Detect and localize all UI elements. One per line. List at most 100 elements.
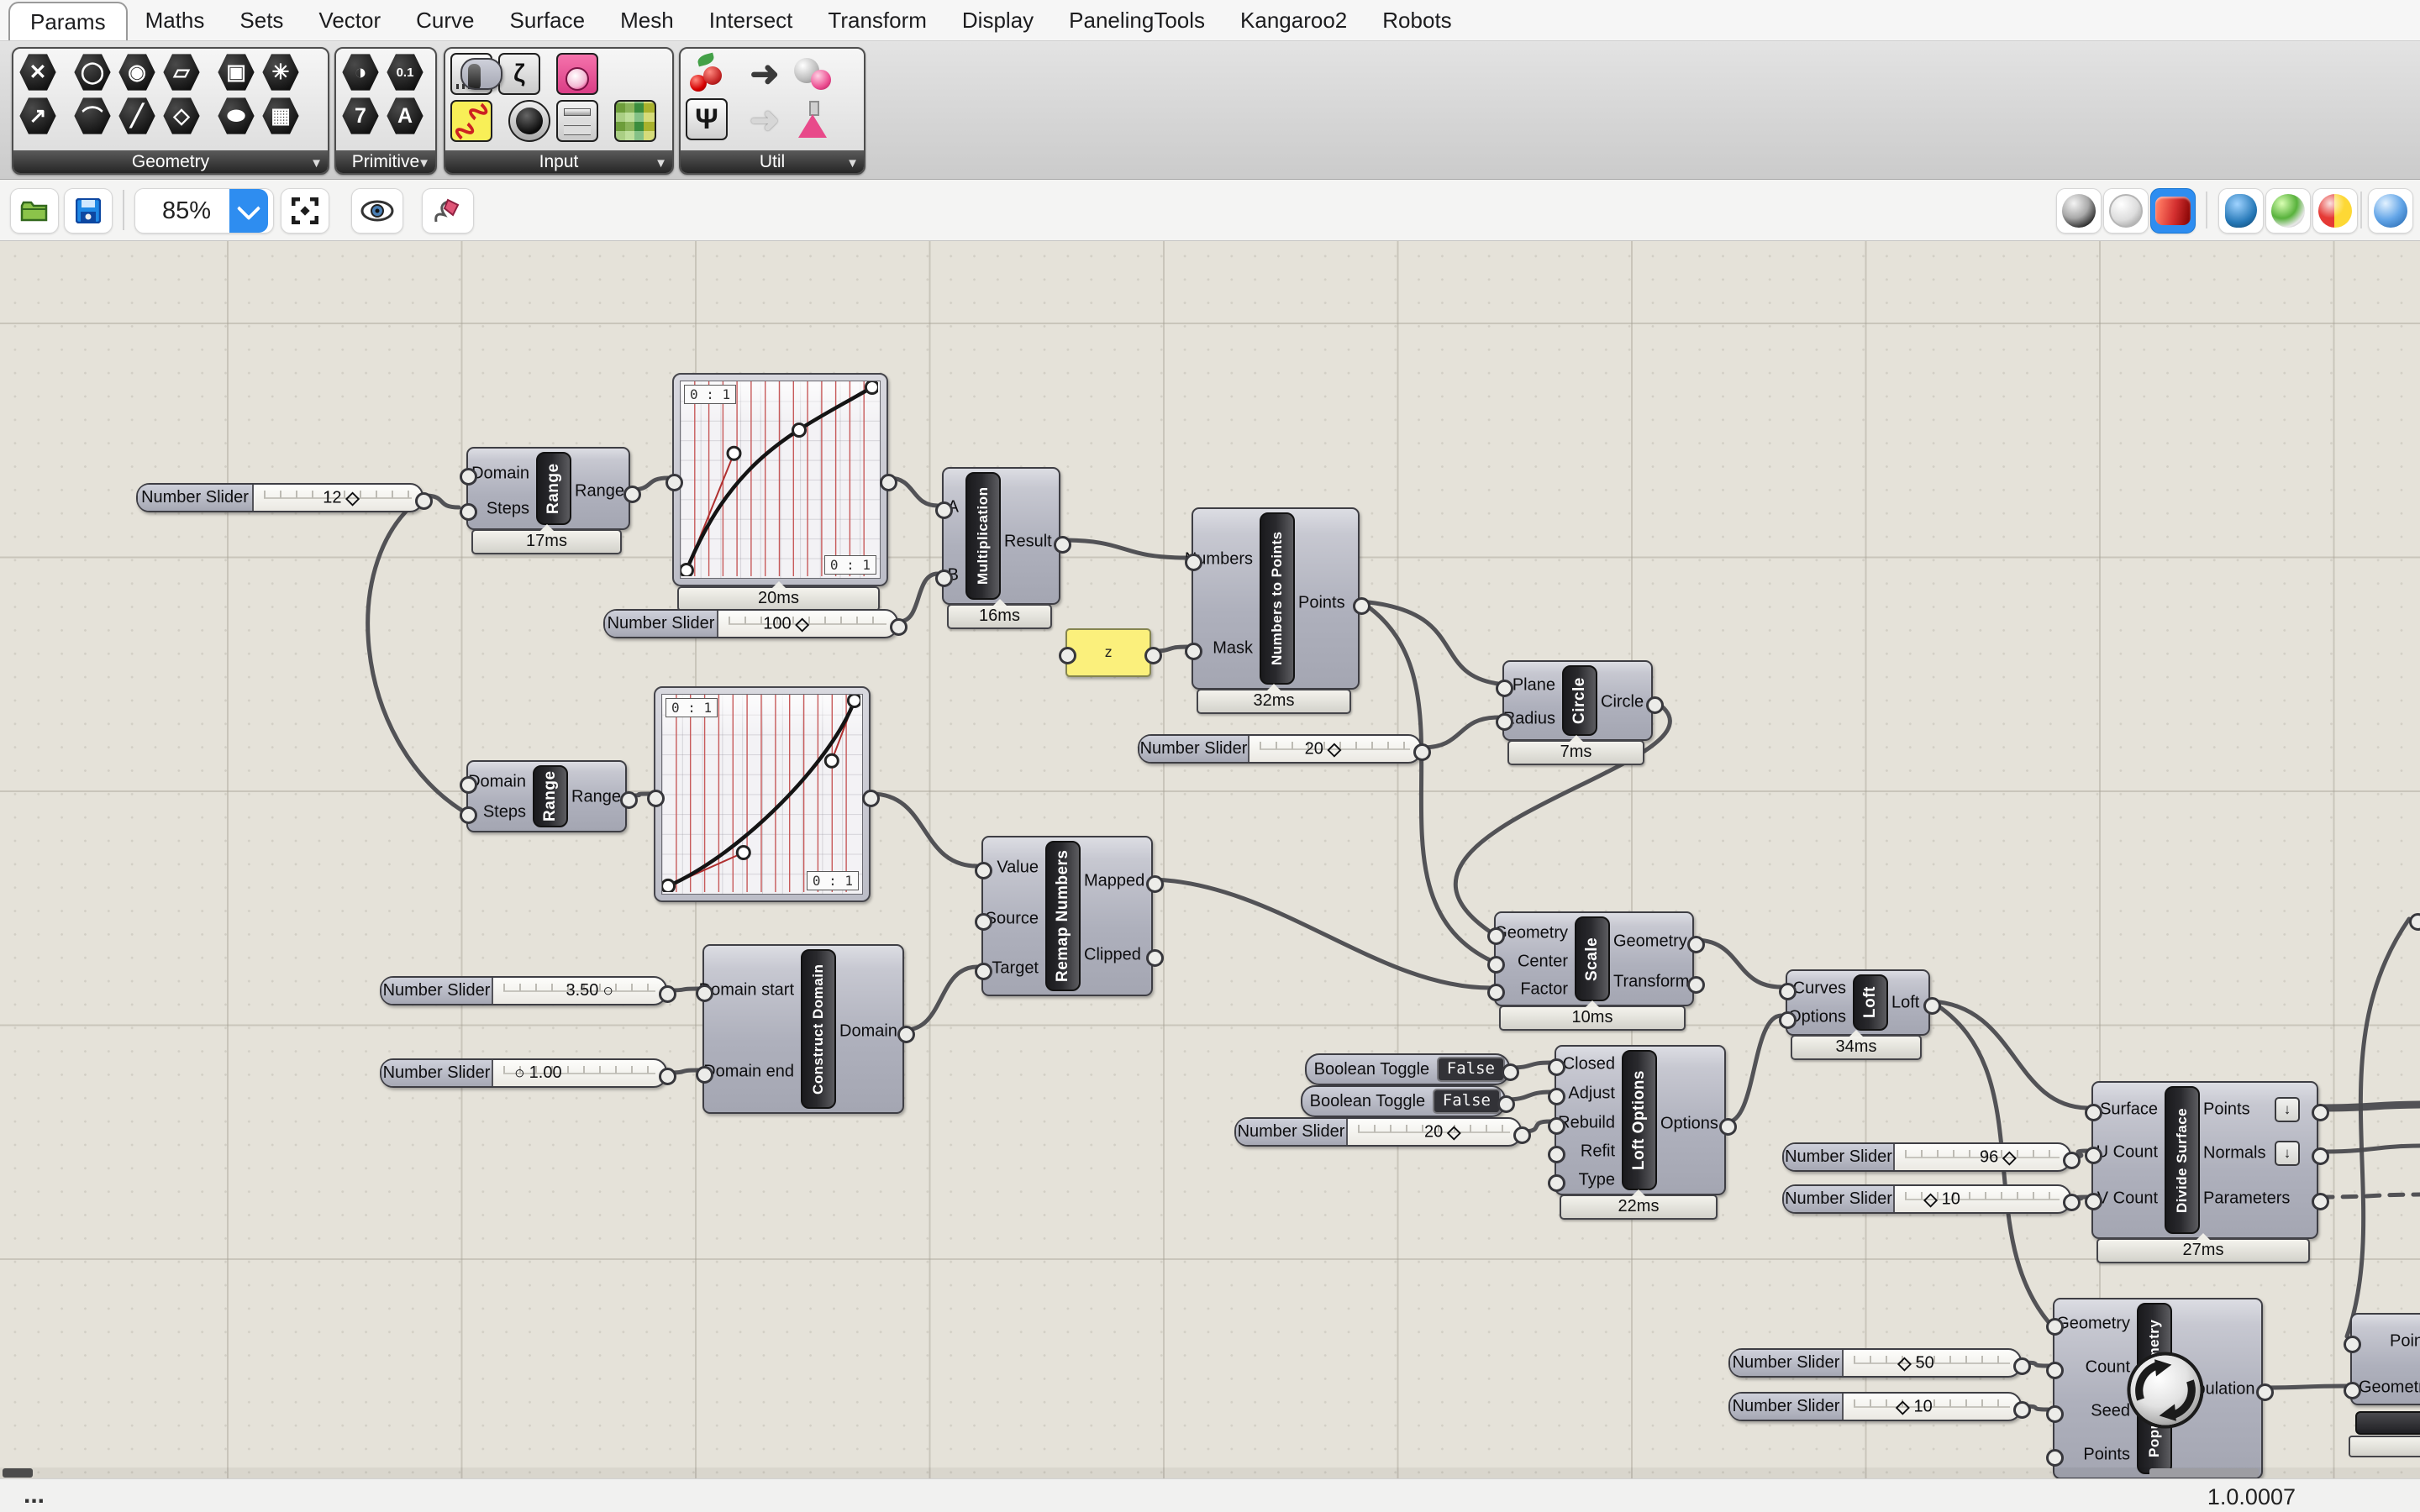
number-slider-domain-start[interactable]: Number Slider3.50○ (380, 976, 667, 1005)
output-nub-options[interactable] (1719, 1118, 1737, 1136)
group-expand-arrow-icon[interactable]: ▼ (310, 156, 323, 171)
slider-handle[interactable]: ○ (514, 1063, 525, 1084)
input-nub-center[interactable] (1487, 956, 1505, 974)
number-slider-domain-end[interactable]: Number Slider○1.00 (380, 1058, 667, 1088)
point-param-icon[interactable]: ◇ (162, 97, 201, 135)
slider-handle[interactable]: ◇ (1923, 1189, 1937, 1210)
offscreen-component[interactable]: PointGeometry (2350, 1313, 2420, 1405)
graph-plot[interactable]: 0 : 10 : 1 (680, 381, 881, 579)
slider-output-nub[interactable] (890, 618, 908, 636)
input-nub-point[interactable] (2344, 1336, 2361, 1353)
input-nub-refit[interactable] (1548, 1146, 1565, 1163)
group-expand-arrow-icon[interactable]: ▼ (655, 156, 667, 171)
image-sampler-icon[interactable] (614, 100, 656, 142)
slider-output-nub[interactable] (415, 492, 433, 510)
graph-plot[interactable]: 0 : 10 : 1 (661, 694, 863, 895)
input-nub-type[interactable] (1548, 1174, 1565, 1192)
slider-track[interactable]: 12◇ (254, 485, 422, 511)
component-name-capsule[interactable]: Range (533, 765, 568, 827)
component-name-capsule[interactable]: Circle (1562, 665, 1597, 736)
input-nub-b[interactable] (935, 570, 953, 587)
preview-wireframe-button[interactable] (2103, 188, 2149, 234)
expression-arrow-button[interactable]: ↓ (2275, 1141, 2300, 1166)
output-nub-population[interactable] (2256, 1383, 2274, 1401)
output-nub-transform[interactable] (1687, 976, 1705, 994)
component-name-capsule[interactable]: Construct Domain (801, 949, 836, 1109)
data-recorder-icon[interactable]: ➜ (744, 53, 786, 93)
output-nub-range[interactable] (623, 486, 641, 503)
boolean-toggle-closed[interactable]: Boolean ToggleFalse (1305, 1053, 1510, 1085)
input-nub-radius[interactable] (1496, 713, 1513, 731)
component-name-capsule[interactable]: Divide Surface (2165, 1086, 2200, 1234)
input-nub-domain[interactable] (460, 468, 477, 486)
circle-param-icon[interactable]: ◯ (73, 53, 112, 92)
graph-output-nub[interactable] (862, 790, 880, 807)
open-file-button[interactable] (10, 188, 59, 234)
slider-handle[interactable]: ◇ (1897, 1352, 1911, 1373)
menu-intersect[interactable]: Intersect (692, 0, 811, 40)
integer-param-icon[interactable]: 7 (341, 97, 380, 135)
component-name-capsule[interactable]: Range (536, 452, 571, 525)
output-nub-normals[interactable] (2312, 1147, 2329, 1165)
definition-canvas[interactable]: Number Slider12◇RangeDomainStepsRange17m… (0, 241, 2420, 1478)
box-param-icon[interactable]: ▣ (217, 53, 255, 92)
slider-track[interactable]: 96◇ (1895, 1144, 2070, 1170)
cherry-picker-icon[interactable] (686, 53, 728, 93)
spiral-param-icon[interactable]: ◉ (118, 53, 156, 92)
boolean-param-icon[interactable]: ◑ (341, 53, 380, 92)
line-param-icon[interactable]: ╱ (118, 97, 156, 135)
vector-param-icon[interactable]: ↗ (18, 97, 57, 135)
menu-maths[interactable]: Maths (128, 0, 223, 40)
graph-input-nub[interactable] (666, 474, 683, 491)
output-nub-clipped[interactable] (1146, 949, 1164, 967)
slider-handle[interactable]: ◇ (1328, 738, 1341, 759)
slider-handle[interactable]: ○ (602, 981, 613, 1001)
output-nub-circle[interactable] (1646, 696, 1664, 714)
input-nub-seed[interactable] (2046, 1405, 2064, 1423)
brep-param-icon[interactable]: ⬬ (217, 97, 255, 135)
geometry-param-icon[interactable]: ✕ (18, 53, 57, 92)
output-nub-geometry[interactable] (1687, 936, 1705, 953)
input-nub-a[interactable] (935, 501, 953, 519)
input-nub-adjust[interactable] (1548, 1088, 1565, 1105)
graph-mapper-1[interactable]: 0 : 10 : 1 (672, 373, 888, 586)
zoom-extents-button[interactable] (281, 188, 329, 234)
divide-surface[interactable]: Divide SurfaceSurfaceU CountV CountPoint… (2091, 1081, 2318, 1239)
zoom-control[interactable]: 85% (134, 188, 274, 234)
output-nub-loft[interactable] (1923, 997, 1941, 1015)
range-1[interactable]: RangeDomainStepsRange (466, 447, 630, 530)
input-nub-steps[interactable] (460, 503, 477, 521)
text-param-icon[interactable]: A (386, 97, 424, 135)
input-nub-domain-end[interactable] (696, 1066, 713, 1084)
output-nub-mapped[interactable] (1146, 875, 1164, 893)
scale[interactable]: ScaleGeometryCenterFactorGeometryTransfo… (1494, 911, 1694, 1006)
display-redyellow-button[interactable] (2312, 188, 2358, 234)
expression-arrow-button[interactable]: ↓ (2275, 1097, 2300, 1122)
input-nub-steps[interactable] (460, 806, 477, 824)
input-nub-plane[interactable] (1496, 680, 1513, 697)
surface-param-icon[interactable]: ▦ (261, 97, 300, 135)
slider-output-nub[interactable] (1513, 1126, 1531, 1144)
slider-output-nub[interactable] (2063, 1194, 2081, 1211)
mesh-param-icon[interactable]: ✳ (261, 53, 300, 92)
menu-robots[interactable]: Robots (1365, 0, 1469, 40)
control-knob-icon[interactable] (556, 53, 598, 95)
scrollbar-thumb-left[interactable] (3, 1468, 33, 1478)
numbers-to-points[interactable]: Numbers to PointsNumbersMaskPoints (1192, 507, 1360, 690)
input-nub-curves[interactable] (1779, 983, 1797, 1000)
input-nub-surface[interactable] (2085, 1104, 2102, 1121)
input-nub-u-count[interactable] (2085, 1147, 2102, 1164)
input-nub-closed[interactable] (1548, 1058, 1565, 1076)
input-nub-target[interactable] (975, 963, 992, 980)
menu-sets[interactable]: Sets (222, 0, 301, 40)
slider-handle[interactable]: ◇ (1447, 1121, 1460, 1142)
boolean-toggle-adjust[interactable]: Boolean ToggleFalse (1301, 1085, 1506, 1117)
value-knob-icon[interactable]: ζ (498, 53, 540, 95)
input-nub-geometry[interactable] (1487, 927, 1505, 945)
slider-output-nub[interactable] (2013, 1401, 2031, 1419)
output-nub-domain[interactable] (897, 1026, 915, 1043)
preview-toggle-button[interactable] (351, 188, 403, 234)
panel-input-nub[interactable] (1059, 647, 1076, 664)
menu-vector[interactable]: Vector (301, 0, 398, 40)
slider-handle[interactable]: ◇ (2002, 1147, 2016, 1168)
